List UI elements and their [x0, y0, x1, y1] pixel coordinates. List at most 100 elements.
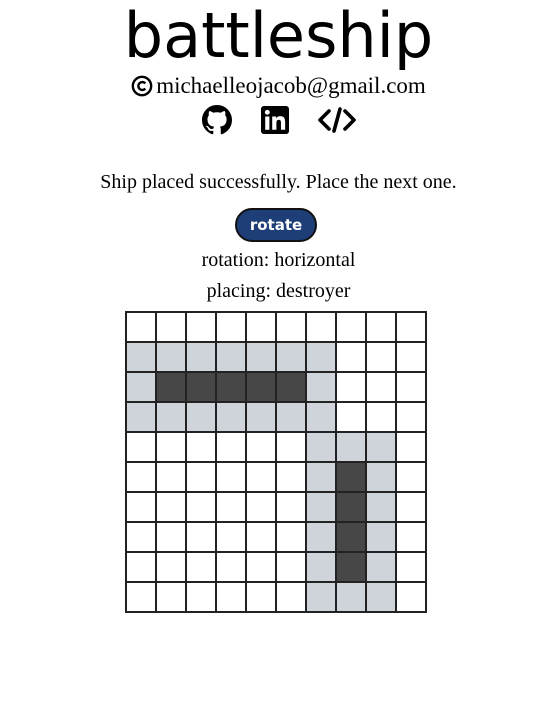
board-cell[interactable] — [337, 313, 367, 343]
board-cell[interactable] — [247, 583, 277, 613]
board-cell[interactable] — [397, 523, 427, 553]
board-cell[interactable] — [127, 463, 157, 493]
board-cell[interactable] — [217, 463, 247, 493]
board-cell[interactable] — [127, 313, 157, 343]
board-cell[interactable] — [187, 433, 217, 463]
board-cell[interactable] — [187, 343, 217, 373]
board-cell[interactable] — [127, 373, 157, 403]
board-cell[interactable] — [307, 343, 337, 373]
board-cell[interactable] — [187, 373, 217, 403]
board-cell[interactable] — [337, 583, 367, 613]
linkedin-link[interactable] — [260, 104, 290, 136]
board-cell[interactable] — [157, 553, 187, 583]
board-cell[interactable] — [277, 433, 307, 463]
board-cell[interactable] — [157, 583, 187, 613]
board-cell[interactable] — [277, 463, 307, 493]
board-cell[interactable] — [397, 463, 427, 493]
board-cell[interactable] — [367, 373, 397, 403]
board-cell[interactable] — [307, 493, 337, 523]
board-cell[interactable] — [127, 433, 157, 463]
board-cell[interactable] — [367, 583, 397, 613]
board-cell[interactable] — [397, 553, 427, 583]
board-cell[interactable] — [247, 403, 277, 433]
board-cell[interactable] — [247, 313, 277, 343]
board-cell[interactable] — [157, 313, 187, 343]
rotate-button[interactable]: rotate — [235, 208, 317, 242]
board-cell[interactable] — [337, 553, 367, 583]
board-cell[interactable] — [217, 523, 247, 553]
board-cell[interactable] — [307, 403, 337, 433]
board-cell[interactable] — [367, 523, 397, 553]
board-cell[interactable] — [277, 373, 307, 403]
board-cell[interactable] — [307, 313, 337, 343]
board-cell[interactable] — [217, 373, 247, 403]
board-cell[interactable] — [337, 373, 367, 403]
board-cell[interactable] — [307, 433, 337, 463]
board-cell[interactable] — [217, 343, 247, 373]
board-cell[interactable] — [337, 523, 367, 553]
board-cell[interactable] — [277, 583, 307, 613]
board-cell[interactable] — [157, 403, 187, 433]
board-cell[interactable] — [367, 493, 397, 523]
board-cell[interactable] — [337, 493, 367, 523]
board-cell[interactable] — [397, 313, 427, 343]
board-cell[interactable] — [187, 553, 217, 583]
board-cell[interactable] — [397, 403, 427, 433]
board-cell[interactable] — [247, 523, 277, 553]
board-cell[interactable] — [337, 433, 367, 463]
board-cell[interactable] — [187, 313, 217, 343]
board-cell[interactable] — [217, 403, 247, 433]
board-cell[interactable] — [127, 343, 157, 373]
board-cell[interactable] — [397, 583, 427, 613]
board-cell[interactable] — [217, 313, 247, 343]
board-cell[interactable] — [367, 403, 397, 433]
board-cell[interactable] — [277, 343, 307, 373]
board-cell[interactable] — [247, 373, 277, 403]
board-cell[interactable] — [157, 433, 187, 463]
board-cell[interactable] — [397, 373, 427, 403]
board-cell[interactable] — [277, 493, 307, 523]
board-cell[interactable] — [187, 403, 217, 433]
board-cell[interactable] — [277, 553, 307, 583]
board-cell[interactable] — [307, 583, 337, 613]
board-cell[interactable] — [397, 343, 427, 373]
board-cell[interactable] — [127, 523, 157, 553]
board-cell[interactable] — [157, 373, 187, 403]
board-cell[interactable] — [127, 493, 157, 523]
board-cell[interactable] — [397, 493, 427, 523]
board-cell[interactable] — [367, 553, 397, 583]
board-cell[interactable] — [277, 403, 307, 433]
board-cell[interactable] — [217, 553, 247, 583]
board-cell[interactable] — [307, 523, 337, 553]
board-cell[interactable] — [187, 493, 217, 523]
github-link[interactable] — [201, 104, 232, 136]
board-cell[interactable] — [247, 553, 277, 583]
board-cell[interactable] — [217, 493, 247, 523]
source-code-link[interactable] — [317, 104, 356, 136]
board-cell[interactable] — [187, 523, 217, 553]
board-cell[interactable] — [247, 343, 277, 373]
board-cell[interactable] — [307, 463, 337, 493]
board-cell[interactable] — [127, 403, 157, 433]
board-cell[interactable] — [367, 313, 397, 343]
board-cell[interactable] — [157, 493, 187, 523]
board-cell[interactable] — [127, 583, 157, 613]
board-cell[interactable] — [127, 553, 157, 583]
board-cell[interactable] — [157, 343, 187, 373]
board-cell[interactable] — [307, 373, 337, 403]
board-cell[interactable] — [217, 583, 247, 613]
board-cell[interactable] — [247, 433, 277, 463]
board-cell[interactable] — [157, 523, 187, 553]
board-cell[interactable] — [307, 553, 337, 583]
board-cell[interactable] — [337, 343, 367, 373]
board-cell[interactable] — [187, 463, 217, 493]
board-cell[interactable] — [247, 463, 277, 493]
board-cell[interactable] — [337, 463, 367, 493]
board-cell[interactable] — [157, 463, 187, 493]
board-cell[interactable] — [247, 493, 277, 523]
board-cell[interactable] — [277, 313, 307, 343]
board-cell[interactable] — [367, 433, 397, 463]
board-cell[interactable] — [367, 463, 397, 493]
board-cell[interactable] — [187, 583, 217, 613]
board-cell[interactable] — [217, 433, 247, 463]
